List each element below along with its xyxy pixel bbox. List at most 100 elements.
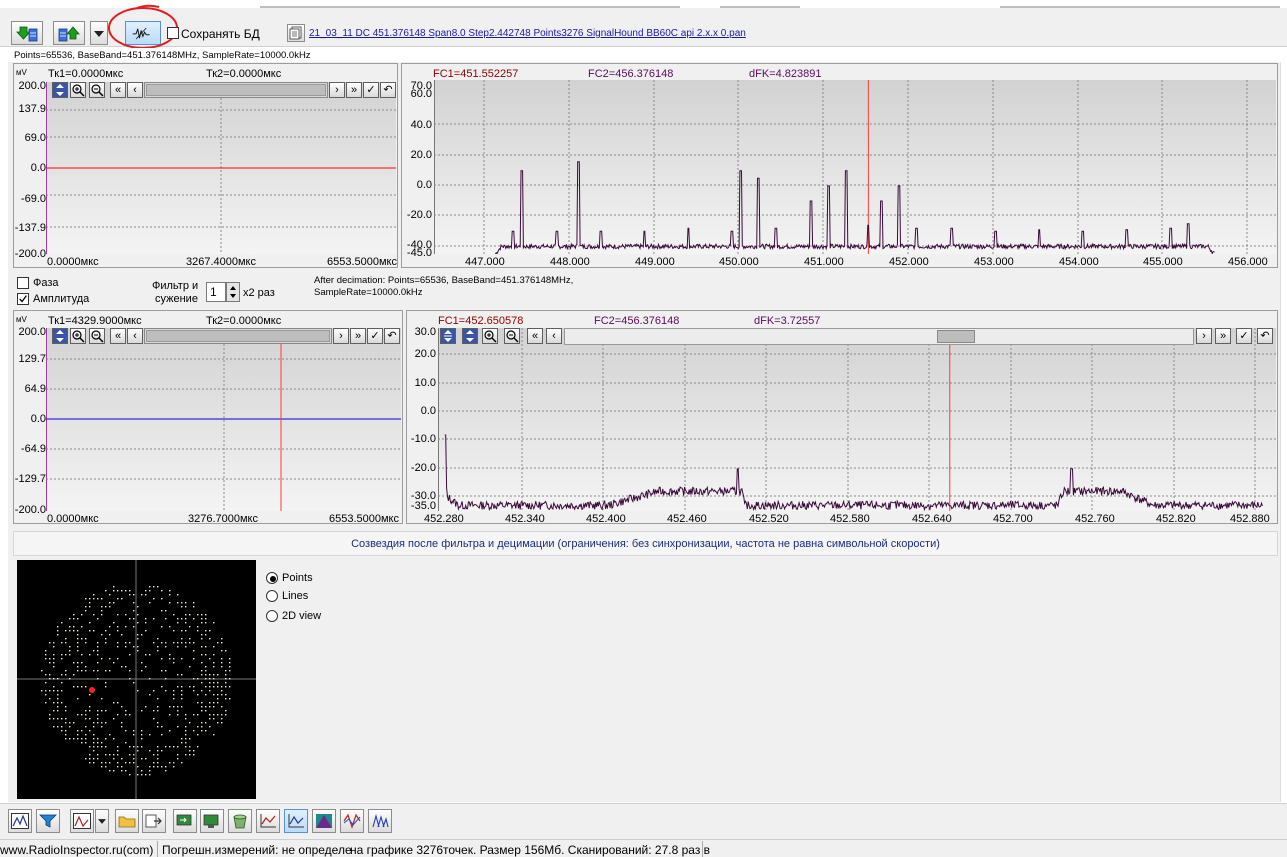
constellation-point xyxy=(173,698,175,700)
constellation-point xyxy=(173,690,175,692)
constellation-point xyxy=(165,670,167,672)
time2-zoom-out-button[interactable] xyxy=(89,328,105,344)
time2-zoom-in-button[interactable] xyxy=(70,328,86,344)
constellation-point xyxy=(157,750,159,752)
time2-fit-button[interactable] xyxy=(52,328,68,344)
time1-scroll-first-button[interactable]: « xyxy=(110,82,126,98)
constellation-point xyxy=(81,686,83,688)
time2-undo-button[interactable]: ↶ xyxy=(384,328,400,344)
constellation-point xyxy=(101,710,103,712)
time2-xtick: 3276.7000мкс xyxy=(188,513,258,525)
spec2-ytick: 20.0 xyxy=(414,348,436,360)
time1-xtick: 0.0000мкс xyxy=(47,256,99,268)
constellation-point xyxy=(149,694,151,696)
time1-scroll-left-button[interactable]: ‹ xyxy=(127,82,143,98)
time2-scroll-last-button[interactable]: » xyxy=(350,328,366,344)
time1-zoom-in-button[interactable] xyxy=(70,82,86,98)
chart-type-dropdown[interactable] xyxy=(95,809,109,833)
export-button[interactable] xyxy=(142,809,166,833)
chart-type-button[interactable] xyxy=(70,809,94,833)
spec2-fit-all-button[interactable] xyxy=(440,328,456,344)
constellation-point xyxy=(121,598,123,600)
constellation-point xyxy=(97,646,99,648)
spectrum-view-button[interactable] xyxy=(8,809,32,833)
spec2-scroll-last-button[interactable]: » xyxy=(1215,328,1231,344)
modulation-button[interactable] xyxy=(340,809,364,833)
lines-radio[interactable] xyxy=(266,590,278,602)
amplitude-checkbox[interactable] xyxy=(17,293,29,305)
time2-scroll-first-button[interactable]: « xyxy=(110,328,126,344)
constellation-point xyxy=(173,630,175,632)
time1-scroll-thumb[interactable] xyxy=(146,84,326,96)
constellation-point xyxy=(165,770,167,772)
signal-shape-button[interactable] xyxy=(368,809,392,833)
constellation-point xyxy=(109,594,111,596)
playback-button[interactable] xyxy=(200,809,224,833)
graph-button[interactable] xyxy=(256,809,280,833)
constellation-point xyxy=(205,710,207,712)
phase-label: Фаза xyxy=(33,277,59,289)
spec2-undo-button[interactable]: ↶ xyxy=(1257,328,1273,344)
constellation-point xyxy=(117,658,119,660)
constellation-point xyxy=(137,766,139,768)
constellation-point xyxy=(181,686,183,688)
constellation-point xyxy=(121,634,123,636)
time1-undo-button[interactable]: ↶ xyxy=(380,82,396,98)
time2-scroll-left-button[interactable]: ‹ xyxy=(127,328,143,344)
fit-vertical-icon xyxy=(56,84,64,96)
time1-scroll-last-button[interactable]: » xyxy=(346,82,362,98)
constellation-point xyxy=(157,722,159,724)
time2-scroll-right-button[interactable]: › xyxy=(333,328,349,344)
spec2-scroll-thumb[interactable] xyxy=(937,330,975,343)
graph-active-button[interactable] xyxy=(284,809,308,833)
spec2-scrollbar[interactable] xyxy=(564,328,1194,345)
clean-button[interactable] xyxy=(228,809,252,833)
save-db-label: Сохранять БД xyxy=(181,27,260,41)
time1-fit-button[interactable] xyxy=(52,82,68,98)
record-button[interactable] xyxy=(173,809,197,833)
view2d-radio[interactable] xyxy=(266,610,278,622)
constellation-point xyxy=(173,658,175,660)
spec2-check-button[interactable]: ✓ xyxy=(1236,328,1252,344)
constellation-point xyxy=(217,714,219,716)
constellation-point xyxy=(69,646,71,648)
spec2-fit-button[interactable] xyxy=(462,328,478,344)
time2-check-button[interactable]: ✓ xyxy=(367,328,383,344)
constellation-point xyxy=(209,686,211,688)
points-radio[interactable] xyxy=(266,572,278,584)
fit-vertical-icon xyxy=(466,330,474,342)
phase-checkbox[interactable] xyxy=(17,277,29,289)
spec2-fc1: FC1=452.650578 xyxy=(438,315,524,327)
spec2-scroll-right-button[interactable]: › xyxy=(1196,328,1212,344)
filter-view-button[interactable] xyxy=(36,809,60,833)
constellation-point xyxy=(213,686,215,688)
time1-ytick: -69.0 xyxy=(20,193,46,205)
time1-zoom-out-button[interactable] xyxy=(89,82,105,98)
save-db-checkbox[interactable] xyxy=(167,27,179,39)
filter-value-input[interactable]: 1 xyxy=(206,282,226,302)
constellation-point xyxy=(153,690,155,692)
spec2-zoom-out-button[interactable] xyxy=(504,328,520,344)
file-icon-button[interactable] xyxy=(287,24,305,42)
spec2-zoom-in-button[interactable] xyxy=(482,328,498,344)
constellation-point xyxy=(169,626,171,628)
waterfall-button[interactable] xyxy=(312,809,336,833)
time2-scroll-thumb[interactable] xyxy=(146,330,330,342)
spec2-scroll-left-button[interactable]: ‹ xyxy=(546,328,562,344)
constellation-point xyxy=(53,658,55,660)
filter-spinner[interactable] xyxy=(226,282,240,302)
constellation-point xyxy=(133,682,135,684)
spec2-scroll-first-button[interactable]: « xyxy=(527,328,543,344)
constellation-point xyxy=(161,610,163,612)
constellation-point xyxy=(97,718,99,720)
constellation-point xyxy=(149,750,151,752)
save-button[interactable] xyxy=(53,21,85,45)
constellation-point xyxy=(53,646,55,648)
constellation-point xyxy=(205,730,207,732)
file-name-link[interactable]: 21_03_11 DC 451.376148 Span8.0 Step2.442… xyxy=(309,28,746,39)
time1-scroll-right-button[interactable]: › xyxy=(329,82,345,98)
time2-xtick: 0.0000мкс xyxy=(47,513,99,525)
time1-check-button[interactable]: ✓ xyxy=(363,82,379,98)
open-folder-button[interactable] xyxy=(115,809,139,833)
load-button[interactable] xyxy=(11,21,43,45)
